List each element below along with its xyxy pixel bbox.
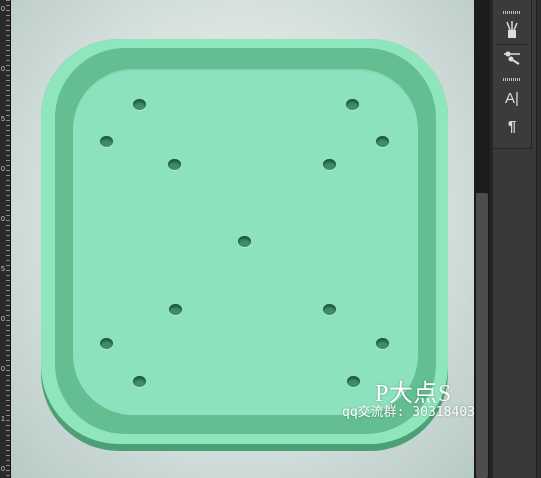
ruler-number: 1	[1, 416, 5, 423]
panel-grip[interactable]	[503, 78, 521, 81]
ruler-number: 0	[1, 316, 5, 323]
hole	[169, 304, 182, 315]
vertical-scrollbar[interactable]	[474, 0, 490, 478]
ruler-number: 0	[1, 166, 5, 173]
collapsed-panel-dock: A| ¶	[490, 0, 541, 478]
watermark-subtitle: qq交流群: 303184032	[342, 405, 474, 420]
brush-tool-icon[interactable]	[500, 19, 524, 41]
ruler-number: 5	[1, 116, 5, 123]
hole	[376, 136, 389, 147]
hole	[238, 236, 251, 247]
hole	[323, 304, 336, 315]
brush-settings-icon[interactable]	[500, 48, 524, 70]
document-canvas[interactable]: P大点S qq交流群: 303184032	[11, 0, 474, 478]
ruler-number: 5	[1, 266, 5, 273]
panel-edge	[536, 0, 541, 478]
hole	[133, 376, 146, 387]
ruler-number: 0	[1, 466, 5, 473]
ruler-number: 0	[1, 216, 5, 223]
hole	[376, 338, 389, 349]
hole	[168, 159, 181, 170]
hole	[347, 376, 360, 387]
ruler-number: 0	[1, 366, 5, 373]
hole	[323, 159, 336, 170]
panel-separator	[497, 44, 527, 45]
hole	[133, 99, 146, 110]
scrollbar-thumb[interactable]	[476, 193, 488, 478]
paragraph-panel-icon[interactable]: ¶	[500, 116, 524, 138]
panel-grip[interactable]	[503, 11, 521, 14]
ruler-number: 0	[1, 6, 5, 13]
hole	[346, 99, 359, 110]
character-panel-icon[interactable]: A|	[500, 88, 524, 110]
hole	[100, 136, 113, 147]
panel-icon-column: A| ¶	[493, 0, 532, 149]
ruler-number: 0	[1, 66, 5, 73]
hole	[100, 338, 113, 349]
vertical-ruler[interactable]: 0 0 5 0 0 5 0 0 1 0	[0, 0, 11, 478]
